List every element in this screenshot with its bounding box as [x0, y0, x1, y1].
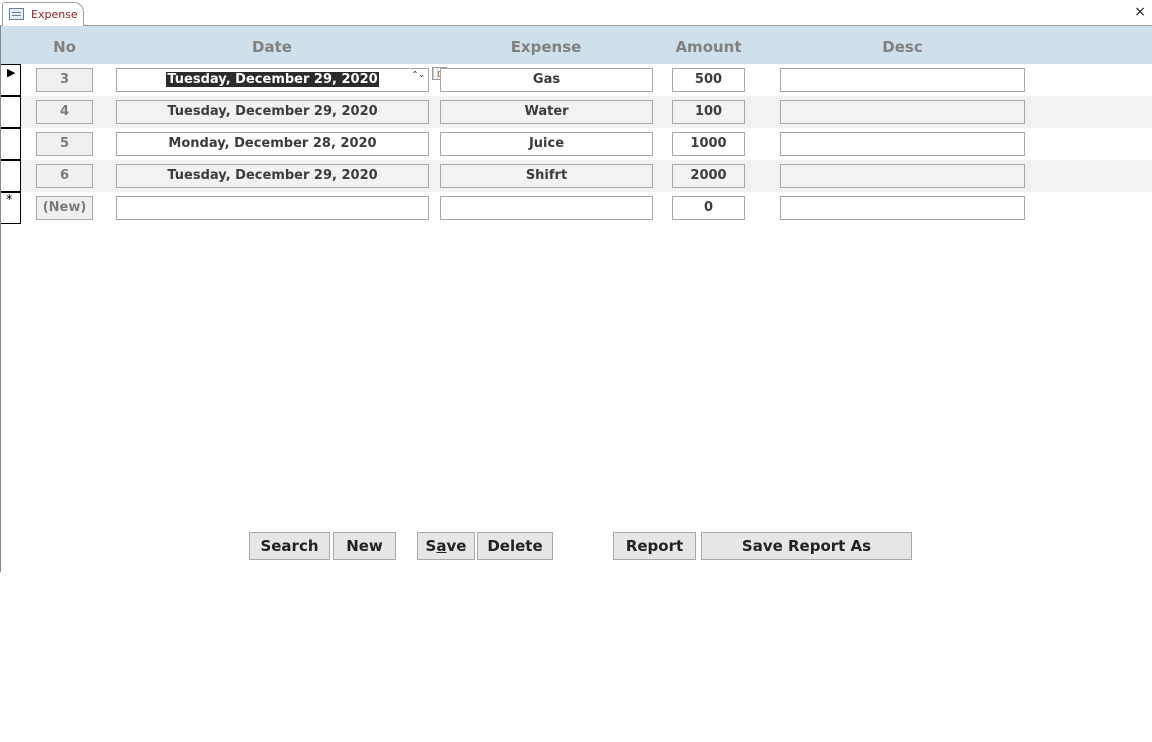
date-field[interactable]: Monday, December 28, 2020	[116, 132, 429, 156]
no-field[interactable]: 4	[36, 100, 93, 124]
report-button[interactable]: Report	[613, 532, 696, 560]
date-field[interactable]	[116, 196, 429, 220]
amount-field[interactable]: 500	[672, 68, 745, 92]
form-header: No Date Expense Amount Desc	[1, 26, 1152, 64]
search-button[interactable]: Search	[249, 532, 330, 560]
header-date: Date	[252, 38, 292, 56]
desc-field[interactable]	[780, 164, 1025, 188]
table-row: 5 Monday, December 28, 2020 Juice 1000	[1, 128, 1152, 160]
table-row: 6 Tuesday, December 29, 2020 Shifrt 2000	[1, 160, 1152, 192]
new-button[interactable]: New	[333, 532, 396, 560]
header-amount: Amount	[675, 38, 742, 56]
no-field[interactable]: (New)	[36, 196, 93, 220]
header-no: No	[53, 38, 76, 56]
record-selector[interactable]	[1, 96, 21, 128]
no-field[interactable]: 6	[36, 164, 93, 188]
amount-field[interactable]: 0	[672, 196, 745, 220]
record-selector[interactable]: *	[1, 192, 21, 224]
amount-field[interactable]: 2000	[672, 164, 745, 188]
save-label-pre: S	[425, 537, 437, 555]
date-value: Tuesday, December 29, 2020	[166, 72, 379, 87]
desc-field[interactable]	[780, 100, 1025, 124]
save-label-accel: a	[436, 537, 447, 555]
save-button[interactable]: Save	[417, 532, 475, 560]
desc-field[interactable]	[780, 132, 1025, 156]
tab-label: Expense	[31, 8, 78, 21]
expense-field[interactable]: Gas	[440, 68, 653, 92]
save-label-post: ve	[446, 537, 467, 555]
date-field[interactable]: Tuesday, December 29, 2020	[116, 164, 429, 188]
record-selector[interactable]: ▶	[1, 64, 21, 96]
save-report-as-button[interactable]: Save Report As	[701, 532, 912, 560]
expense-field[interactable]	[440, 196, 653, 220]
record-selector[interactable]	[1, 160, 21, 192]
amount-field[interactable]: 1000	[672, 132, 745, 156]
header-desc: Desc	[882, 38, 923, 56]
expense-field[interactable]: Shifrt	[440, 164, 653, 188]
desc-field[interactable]	[780, 68, 1025, 92]
table-row: 4 Tuesday, December 29, 2020 Water 100	[1, 96, 1152, 128]
close-icon[interactable]: ×	[1134, 4, 1146, 20]
expense-field[interactable]: Water	[440, 100, 653, 124]
expense-form: No Date Expense Amount Desc ▶ 3 Tuesday,…	[0, 26, 1152, 572]
tab-expense[interactable]: Expense	[2, 2, 84, 26]
new-record-row: * (New) 0	[1, 192, 1152, 224]
date-field[interactable]: Tuesday, December 29, 2020	[116, 100, 429, 124]
record-selector[interactable]	[1, 128, 21, 160]
current-record-icon: ▶	[7, 66, 16, 79]
header-expense: Expense	[510, 38, 582, 56]
date-field[interactable]: Tuesday, December 29, 2020 ⌃⌄	[116, 68, 429, 92]
form-icon	[9, 8, 24, 20]
amount-field[interactable]: 100	[672, 100, 745, 124]
spinner-icon[interactable]: ⌃⌄	[412, 70, 425, 80]
no-field[interactable]: 5	[36, 132, 93, 156]
delete-button[interactable]: Delete	[477, 532, 553, 560]
expense-field[interactable]: Juice	[440, 132, 653, 156]
new-record-icon: *	[6, 193, 13, 208]
table-row: ▶ 3 Tuesday, December 29, 2020 ⌃⌄ Gas 500	[1, 64, 1152, 96]
document-tab-bar: Expense ×	[0, 0, 1152, 26]
desc-field[interactable]	[780, 196, 1025, 220]
no-field[interactable]: 3	[36, 68, 93, 92]
